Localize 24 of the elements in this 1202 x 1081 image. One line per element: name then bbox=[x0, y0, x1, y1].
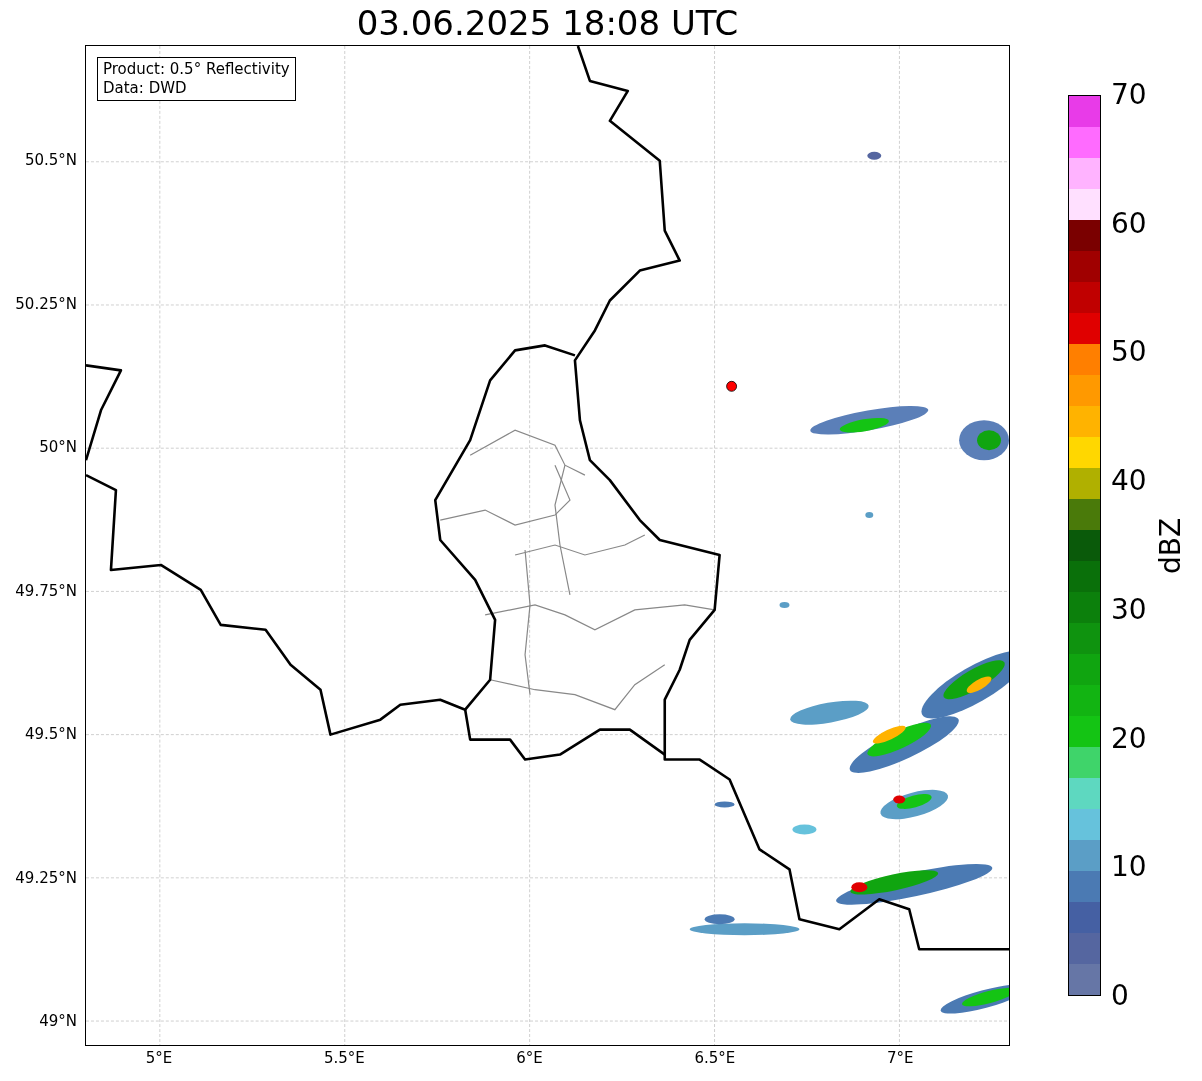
latitude-label: 49°N bbox=[39, 1014, 77, 1029]
colorbar-tick-label: 50 bbox=[1111, 338, 1147, 367]
colorbar-tick-label: 70 bbox=[1111, 81, 1147, 109]
latitude-label: 50.25°N bbox=[15, 296, 77, 312]
colorbar-tick-label: 30 bbox=[1111, 595, 1147, 624]
longitude-label: 5.5°E bbox=[323, 1051, 365, 1066]
longitude-label: 7°E bbox=[886, 1051, 914, 1066]
colorbar-tick-label: 20 bbox=[1111, 724, 1147, 753]
longitude-label: 5°E bbox=[145, 1051, 173, 1066]
info-text: Data: DWD bbox=[103, 79, 188, 98]
colorbar-label: dBZ bbox=[1157, 517, 1185, 574]
longitude-label: 6°E bbox=[516, 1051, 543, 1066]
latitude-label: 50°N bbox=[39, 440, 77, 455]
colorbar-tick-label: 0 bbox=[1111, 982, 1129, 1010]
longitude-label: 6.5°E bbox=[694, 1051, 736, 1066]
colorbar-tick-label: 60 bbox=[1111, 209, 1147, 238]
colorbar-tick-label: 10 bbox=[1111, 853, 1147, 882]
latitude-label: 49.25°N bbox=[15, 870, 77, 886]
colorbar-tick-label: 40 bbox=[1111, 467, 1147, 496]
info-text: Product: 0.5° Reflectivity bbox=[103, 60, 290, 79]
latitude-label: 49.5°N bbox=[24, 727, 77, 742]
map-title: 03.06.2025 18:08 UTC bbox=[356, 2, 739, 45]
latitude-label: 50.5°N bbox=[24, 153, 77, 168]
latitude-label: 49.75°N bbox=[15, 583, 77, 599]
